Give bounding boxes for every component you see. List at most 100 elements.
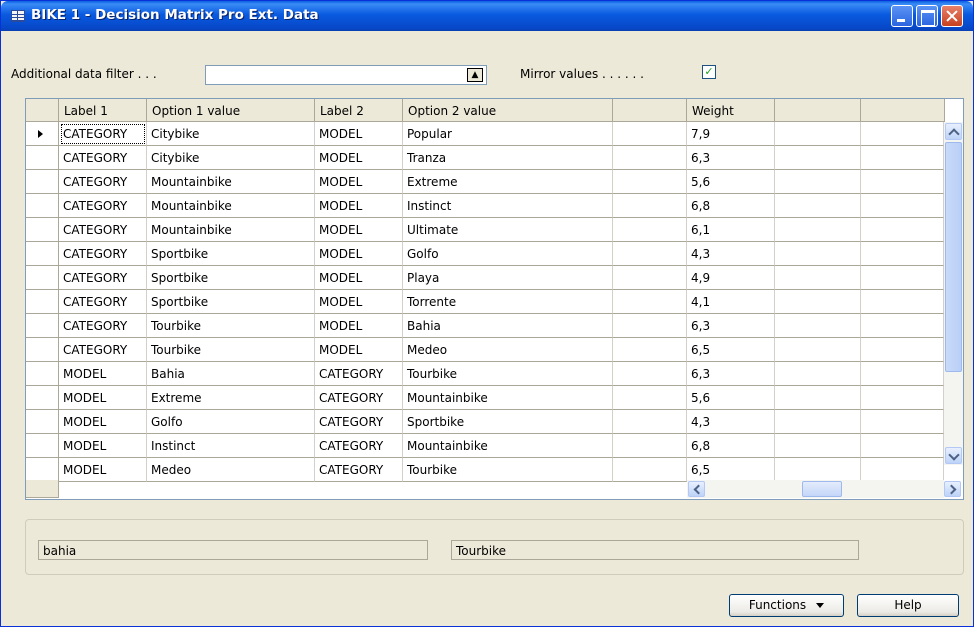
row-selector[interactable] [26, 458, 59, 482]
cell-empty[interactable] [775, 314, 861, 338]
cell-option2[interactable]: Torrente [403, 290, 613, 314]
cell-empty[interactable] [775, 218, 861, 242]
minimize-button[interactable] [891, 5, 913, 27]
cell-empty[interactable] [775, 146, 861, 170]
cell-empty[interactable] [861, 194, 944, 218]
cell-empty[interactable] [775, 194, 861, 218]
cell-label1[interactable]: CATEGORY [59, 170, 147, 194]
cell-empty[interactable] [861, 170, 944, 194]
cell-label1[interactable]: CATEGORY [59, 290, 147, 314]
row-selector[interactable] [26, 410, 59, 434]
cell-label2[interactable]: MODEL [315, 170, 403, 194]
cell-label2[interactable]: CATEGORY [315, 410, 403, 434]
cell-weight[interactable]: 5,6 [687, 386, 775, 410]
title-bar[interactable]: BIKE 1 - Decision Matrix Pro Ext. Data [1, 1, 973, 31]
cell-label2[interactable]: CATEGORY [315, 386, 403, 410]
cell-empty[interactable] [861, 122, 944, 146]
cell-label1[interactable]: CATEGORY [59, 338, 147, 362]
cell-weight[interactable]: 6,5 [687, 338, 775, 362]
cell-label2[interactable]: MODEL [315, 338, 403, 362]
cell-weight[interactable]: 5,6 [687, 170, 775, 194]
cell-empty[interactable] [861, 266, 944, 290]
cell-weight[interactable]: 7,9 [687, 122, 775, 146]
cell-label1[interactable]: CATEGORY [59, 122, 147, 146]
row-selector[interactable] [26, 314, 59, 338]
cell-empty[interactable] [613, 410, 687, 434]
cell-label2[interactable]: MODEL [315, 314, 403, 338]
cell-label1[interactable]: CATEGORY [59, 242, 147, 266]
cell-empty[interactable] [613, 338, 687, 362]
cell-weight[interactable]: 4,1 [687, 290, 775, 314]
cell-label1[interactable]: CATEGORY [59, 266, 147, 290]
help-button[interactable]: Help [857, 594, 959, 617]
cell-label2[interactable]: MODEL [315, 218, 403, 242]
cell-empty[interactable] [861, 362, 944, 386]
cell-empty[interactable] [861, 386, 944, 410]
col-header-option1[interactable]: Option 1 value [147, 99, 315, 122]
cell-weight[interactable]: 6,3 [687, 314, 775, 338]
cell-weight[interactable]: 6,3 [687, 146, 775, 170]
cell-weight[interactable]: 4,3 [687, 410, 775, 434]
cell-option2[interactable]: Instinct [403, 194, 613, 218]
cell-empty[interactable] [861, 458, 944, 482]
cell-empty[interactable] [861, 290, 944, 314]
cell-label2[interactable]: MODEL [315, 194, 403, 218]
cell-option1[interactable]: Sportbike [147, 266, 315, 290]
cell-label2[interactable]: MODEL [315, 290, 403, 314]
scroll-right-icon[interactable] [944, 481, 961, 497]
cell-label1[interactable]: MODEL [59, 362, 147, 386]
cell-empty[interactable] [613, 170, 687, 194]
row-selector[interactable] [26, 122, 59, 146]
col-header-extra1[interactable] [775, 99, 861, 122]
row-selector[interactable] [26, 434, 59, 458]
vertical-scrollbar[interactable] [944, 122, 963, 465]
cell-option2[interactable]: Tourbike [403, 362, 613, 386]
cell-option2[interactable]: Mountainbike [403, 434, 613, 458]
cell-empty[interactable] [613, 314, 687, 338]
cell-label2[interactable]: CATEGORY [315, 458, 403, 482]
cell-empty[interactable] [613, 122, 687, 146]
mirror-values-checkbox[interactable]: ✓ [702, 65, 716, 79]
cell-empty[interactable] [613, 362, 687, 386]
cell-empty[interactable] [775, 410, 861, 434]
cell-empty[interactable] [775, 362, 861, 386]
cell-label1[interactable]: MODEL [59, 458, 147, 482]
row-selector[interactable] [26, 266, 59, 290]
cell-label2[interactable]: MODEL [315, 146, 403, 170]
cell-weight[interactable]: 6,5 [687, 458, 775, 482]
maximize-button[interactable] [916, 5, 938, 27]
cell-label2[interactable]: CATEGORY [315, 434, 403, 458]
cell-option2[interactable]: Sportbike [403, 410, 613, 434]
cell-label1[interactable]: MODEL [59, 410, 147, 434]
cell-empty[interactable] [775, 242, 861, 266]
cell-empty[interactable] [613, 218, 687, 242]
cell-weight[interactable]: 6,3 [687, 362, 775, 386]
cell-empty[interactable] [775, 338, 861, 362]
cell-option1[interactable]: Citybike [147, 146, 315, 170]
horizontal-scrollbar[interactable] [687, 480, 961, 498]
cell-empty[interactable] [861, 242, 944, 266]
cell-label1[interactable]: MODEL [59, 386, 147, 410]
cell-empty[interactable] [861, 410, 944, 434]
cell-empty[interactable] [861, 314, 944, 338]
cell-label2[interactable]: CATEGORY [315, 362, 403, 386]
row-selector[interactable] [26, 146, 59, 170]
cell-empty[interactable] [775, 434, 861, 458]
cell-option1[interactable]: Sportbike [147, 290, 315, 314]
row-selector[interactable] [26, 290, 59, 314]
cell-weight[interactable]: 4,3 [687, 242, 775, 266]
cell-empty[interactable] [613, 242, 687, 266]
data-grid[interactable]: Label 1 Option 1 value Label 2 Option 2 … [25, 98, 964, 500]
cell-option2[interactable]: Tourbike [403, 458, 613, 482]
cell-option1[interactable]: Mountainbike [147, 170, 315, 194]
cell-option2[interactable]: Medeo [403, 338, 613, 362]
cell-option1[interactable]: Bahia [147, 362, 315, 386]
cell-empty[interactable] [861, 434, 944, 458]
row-selector[interactable] [26, 386, 59, 410]
cell-empty[interactable] [613, 194, 687, 218]
cell-empty[interactable] [861, 218, 944, 242]
cell-empty[interactable] [613, 146, 687, 170]
col-header-blank[interactable] [613, 99, 687, 122]
cell-empty[interactable] [613, 434, 687, 458]
cell-option1[interactable]: Mountainbike [147, 194, 315, 218]
